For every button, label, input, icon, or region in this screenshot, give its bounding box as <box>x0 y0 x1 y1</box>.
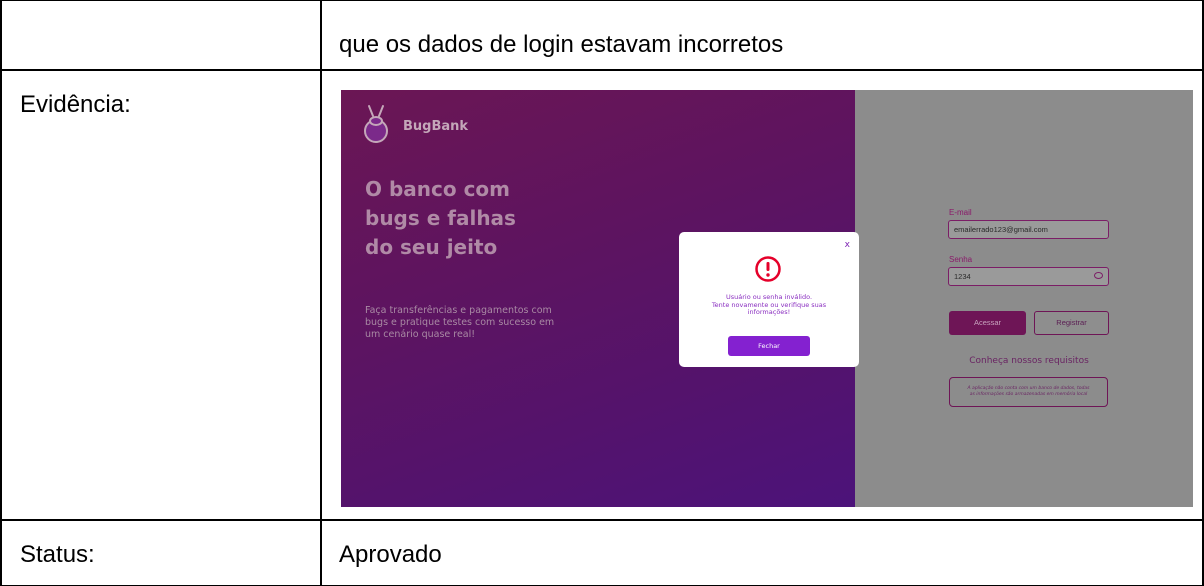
password-label: Senha <box>949 255 973 264</box>
subtitle-line: bugs e pratique testes com sucesso em <box>365 317 555 328</box>
table-border <box>0 0 1204 1</box>
acessar-button[interactable]: Acessar <box>949 311 1026 335</box>
row3-value: Aprovado <box>339 541 442 568</box>
row2-label: Evidência: <box>20 91 131 118</box>
row3-label: Status: <box>20 541 95 568</box>
bug-logo-icon <box>364 105 388 143</box>
notice-line: as informações são armazenadas em memóri… <box>969 392 1088 397</box>
headline-line: O banco com <box>365 177 511 201</box>
registrar-button[interactable]: Registrar <box>1034 311 1109 335</box>
login-panel <box>855 90 1193 507</box>
subtitle-line: um cenário quase real! <box>365 329 476 340</box>
table-border <box>0 519 1204 521</box>
headline-line: do seu jeito <box>365 235 498 259</box>
password-value: 1234 <box>954 272 971 281</box>
table-border <box>320 0 322 586</box>
evidence-screenshot: BugBank O banco com bugs e falhas do seu… <box>341 90 1193 507</box>
close-button[interactable]: x <box>845 240 850 250</box>
email-label: E-mail <box>949 208 972 217</box>
alert-circle-icon <box>755 256 781 282</box>
message-line: informações! <box>747 308 791 316</box>
fechar-button[interactable]: Fechar <box>728 336 810 356</box>
eye-icon[interactable] <box>1094 272 1103 279</box>
table-border <box>0 0 2 586</box>
subtitle-line: Faça transferências e pagamentos com <box>365 305 552 316</box>
email-field[interactable]: emailerrado123@gmail.com <box>948 220 1109 239</box>
hero-subtitle: Faça transferências e pagamentos com bug… <box>365 305 605 341</box>
hero-headline: O banco com bugs e falhas do seu jeito <box>365 175 625 262</box>
password-field[interactable]: 1234 <box>948 267 1109 286</box>
row1-value: que os dados de login estavam incorretos <box>339 31 784 58</box>
storage-notice: A aplicação não conta com um banco de da… <box>949 377 1108 407</box>
headline-line: bugs e falhas <box>365 206 516 230</box>
error-modal: x Usuário ou senha inválido. Tente novam… <box>679 232 859 367</box>
table-border <box>0 69 1204 71</box>
requirements-link[interactable]: Conheça nossos requisitos <box>949 356 1109 366</box>
brand-name: BugBank <box>403 119 469 134</box>
error-message: Usuário ou senha inválido. Tente novamen… <box>689 293 849 317</box>
